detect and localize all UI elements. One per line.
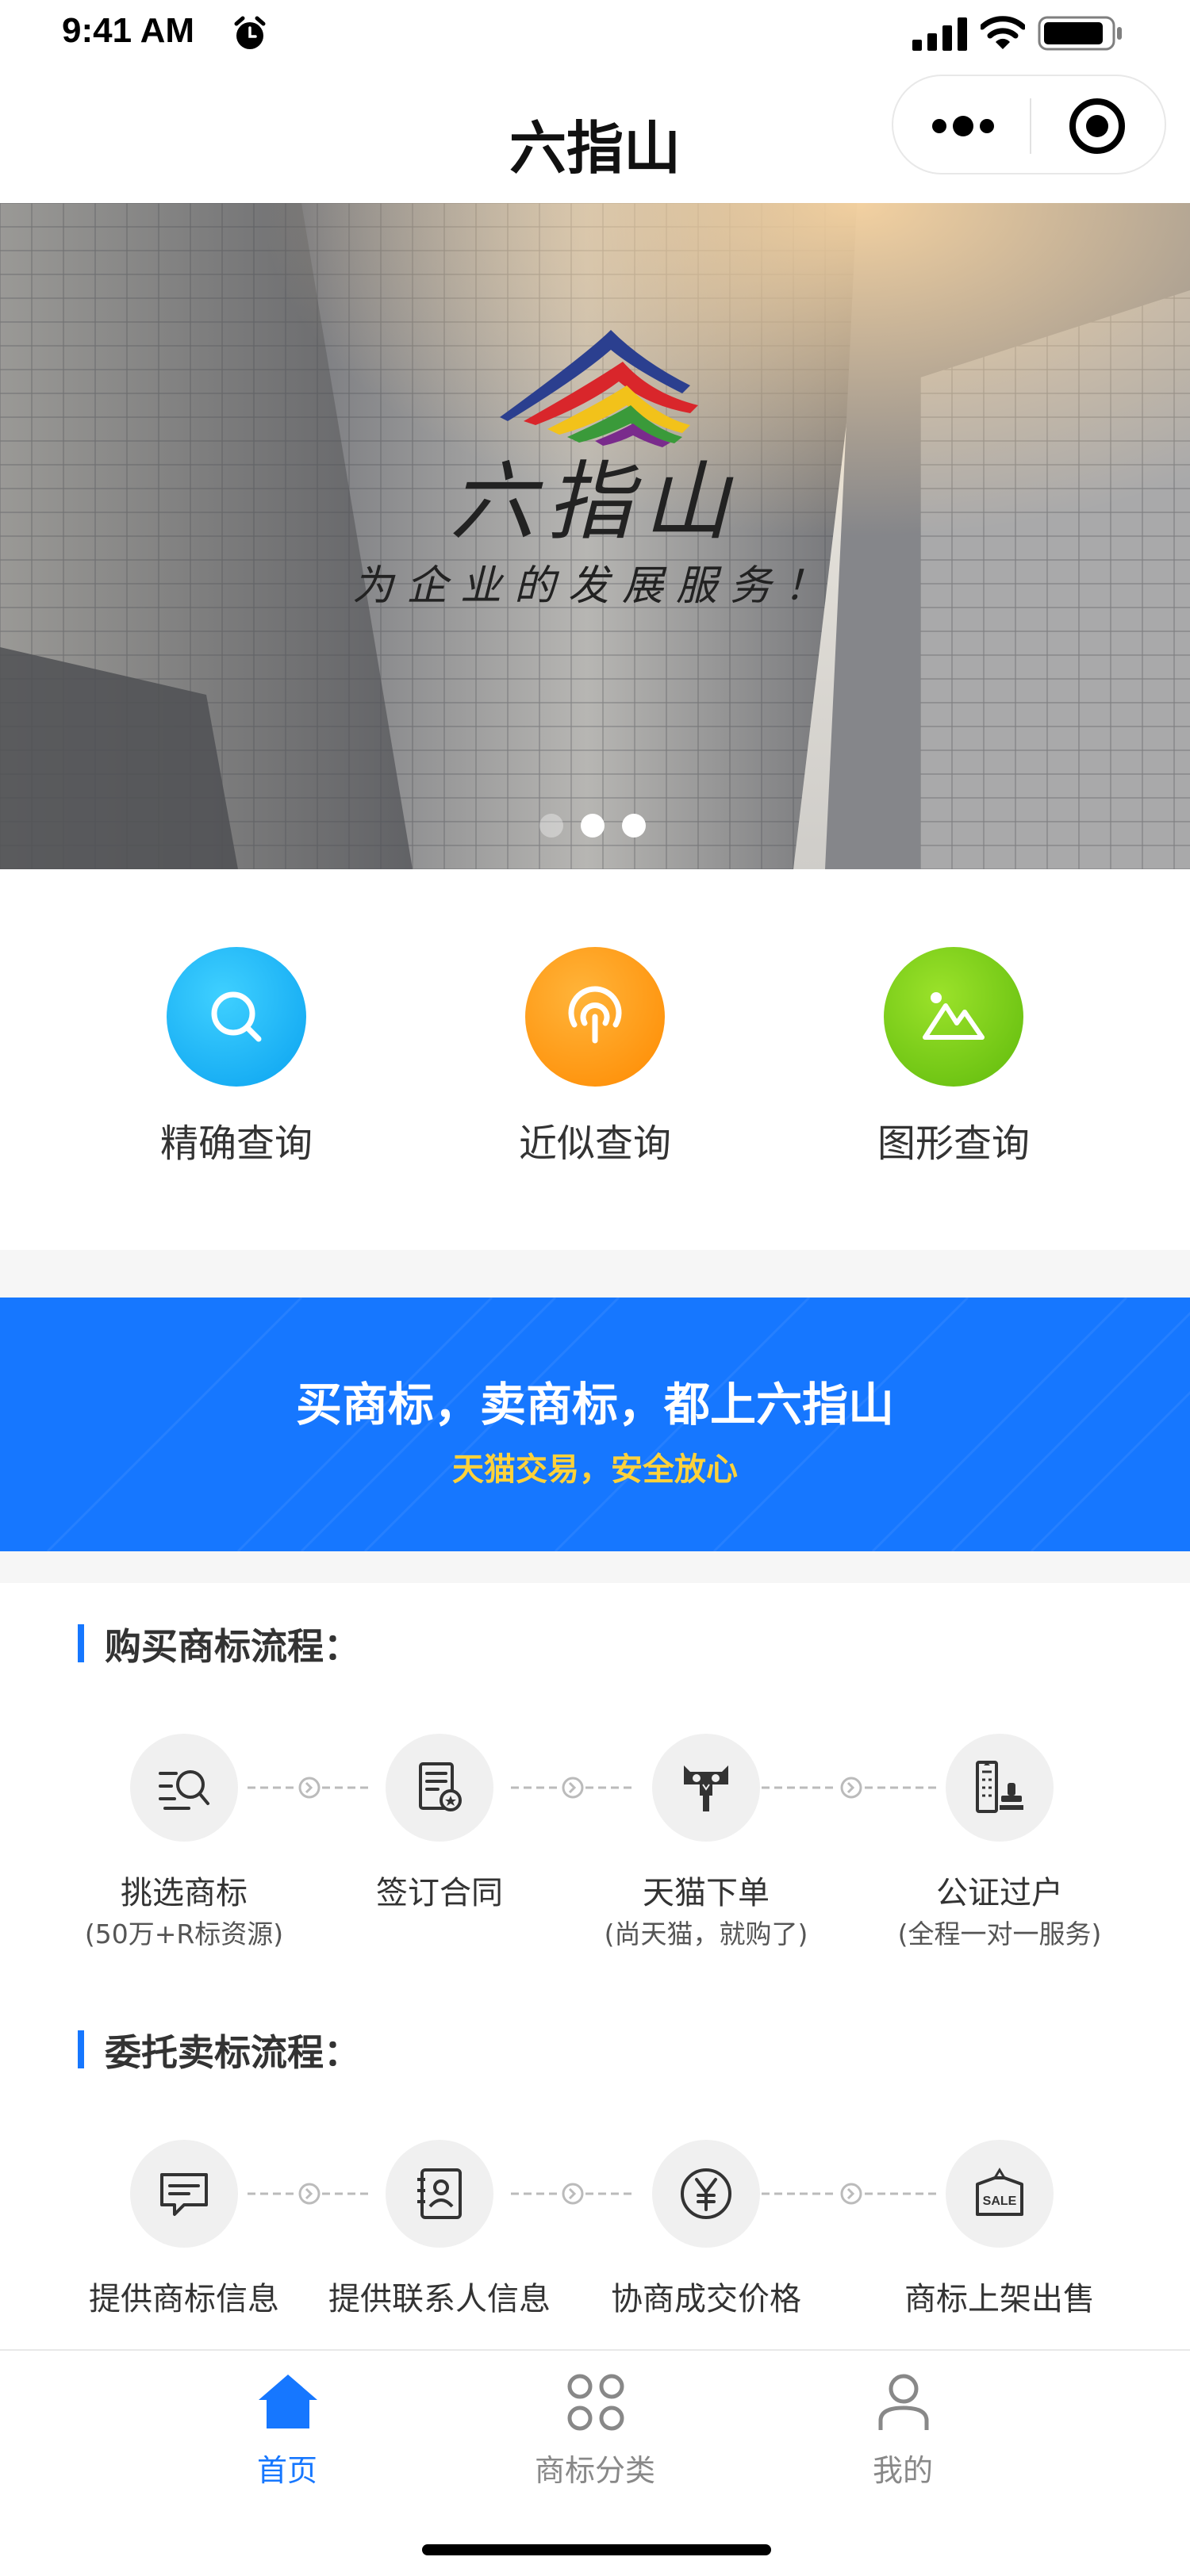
- search-list-icon: [159, 1770, 209, 1810]
- nav-bar: 六指山: [0, 71, 1190, 203]
- step-connector: [762, 2183, 941, 2205]
- image-search-button[interactable]: 图形查询: [819, 947, 1088, 1185]
- step-connector: [248, 1777, 371, 1799]
- promo-banner[interactable]: 买商标，卖商标，都上六指山 天猫交易，安全放心: [0, 1298, 1190, 1551]
- battery-icon: [1038, 16, 1122, 51]
- promo-subtitle: 天猫交易，安全放心: [452, 1451, 738, 1488]
- image-mountain-icon: [923, 992, 985, 1040]
- sell-step-circle: SALE: [946, 2140, 1054, 2248]
- carousel-dot[interactable]: [539, 814, 563, 838]
- category-icon: [567, 2374, 624, 2431]
- section-divider: [0, 1551, 1190, 1583]
- carousel-dot-active[interactable]: [581, 814, 605, 838]
- image-search-circle: [884, 947, 1023, 1087]
- carousel-dot[interactable]: [622, 814, 646, 838]
- quick-search-section: 精确查询 近似查询 图形查询: [0, 869, 1190, 1250]
- contract-icon: [419, 1762, 462, 1811]
- yen-icon: [681, 2168, 731, 2219]
- buy-step-label: 签订合同: [376, 1875, 503, 1911]
- buy-step-label: 挑选商标: [121, 1875, 248, 1911]
- precise-search-circle: [167, 947, 306, 1087]
- step-connector: [762, 1777, 941, 1799]
- buy-step-note: (全程一对一服务): [897, 1919, 1102, 1949]
- buy-step-note: (50万+R标资源): [84, 1919, 284, 1949]
- user-icon: [878, 2374, 929, 2430]
- step-connector: [511, 2183, 635, 2205]
- tab-label: 首页: [256, 2453, 317, 2488]
- similar-search-label: 近似查询: [518, 1121, 671, 1166]
- precise-search-button[interactable]: 精确查询: [102, 947, 371, 1185]
- sell-step-label: 提供联系人信息: [328, 2281, 551, 2317]
- tab-categories[interactable]: 商标分类: [476, 2371, 714, 2498]
- promo-title: 买商标，卖商标，都上六指山: [295, 1378, 894, 1432]
- sell-step-circle: [386, 2140, 493, 2248]
- carousel-indicator: [539, 811, 658, 839]
- buy-step-circle: [652, 1734, 760, 1842]
- tab-mine[interactable]: 我的: [784, 2371, 1022, 2498]
- sell-step-label: 提供商标信息: [89, 2281, 279, 2317]
- similar-search-button[interactable]: 近似查询: [460, 947, 730, 1185]
- section-divider: [0, 1250, 1190, 1298]
- status-bar: 9:41 AM: [0, 0, 1190, 71]
- step-connector: [511, 1777, 635, 1799]
- banner-slogan: 为企业的发展服务！: [351, 562, 838, 610]
- buy-step-circle: [130, 1734, 238, 1842]
- tab-home[interactable]: 首页: [168, 2371, 406, 2498]
- status-time: 9:41 AM: [62, 11, 195, 50]
- home-indicator[interactable]: [422, 2544, 771, 2555]
- search-icon: [211, 991, 262, 1042]
- banner-carousel[interactable]: 六指山 为企业的发展服务！: [0, 203, 1190, 869]
- signal-icon: [912, 17, 967, 51]
- step-connector: [248, 2183, 371, 2205]
- contact-book-icon: [417, 2168, 462, 2219]
- message-icon: [160, 2173, 208, 2216]
- sale-tag-icon: SALE: [976, 2168, 1023, 2216]
- buy-process-heading: 购买商标流程：: [78, 1618, 360, 1670]
- sell-step-circle: [652, 2140, 760, 2248]
- signal-broadcast-icon: [568, 986, 622, 1044]
- sell-step-label: 协商成交价格: [611, 2281, 801, 2317]
- wifi-icon: [981, 16, 1025, 49]
- buy-step-label: 天猫下单: [643, 1875, 770, 1911]
- similar-search-circle: [525, 947, 665, 1087]
- svg-text:SALE: SALE: [983, 2195, 1017, 2208]
- buy-step-circle: [386, 1734, 493, 1842]
- buy-step-label: 公证过户: [936, 1875, 1063, 1911]
- sell-step-label: 商标上架出售: [904, 2281, 1095, 2317]
- alarm-icon: [234, 16, 266, 49]
- tab-label: 我的: [872, 2453, 933, 2488]
- buy-step-note: (尚天猫，就购了): [604, 1919, 808, 1949]
- banner-logo-text: 六指山: [449, 453, 740, 552]
- mini-program-capsule: [892, 75, 1166, 174]
- sell-step-circle: [130, 2140, 238, 2248]
- home-icon: [259, 2375, 317, 2428]
- tab-label: 商标分类: [534, 2453, 655, 2488]
- tab-bar: 首页 商标分类 我的: [0, 2349, 1190, 2576]
- capsule-divider: [1030, 98, 1031, 154]
- notary-stamp-icon: [976, 1761, 1023, 1813]
- image-search-label: 图形查询: [877, 1121, 1030, 1166]
- more-icon[interactable]: [930, 106, 996, 146]
- precise-search-label: 精确查询: [159, 1121, 313, 1166]
- close-mini-program-icon[interactable]: [1068, 97, 1127, 155]
- sell-process-heading: 委托卖标流程：: [78, 2024, 360, 2076]
- buy-step-circle: [946, 1734, 1054, 1842]
- tmall-icon: [684, 1765, 728, 1811]
